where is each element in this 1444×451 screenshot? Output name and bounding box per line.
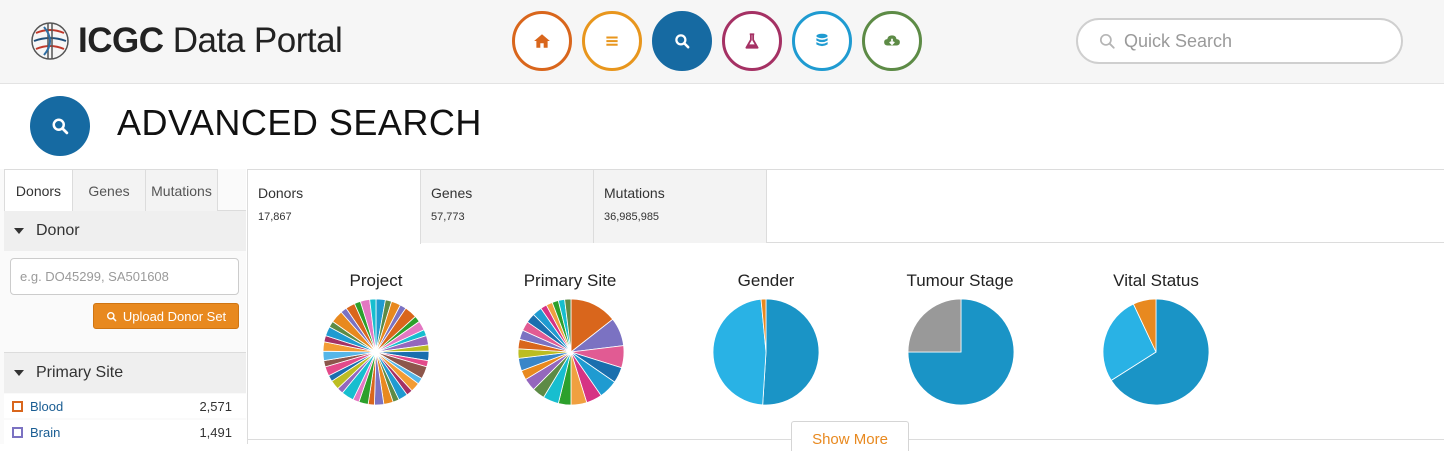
pie-slice[interactable]	[712, 298, 767, 406]
flask-icon	[745, 33, 759, 49]
nav-repositories-button[interactable]	[792, 11, 852, 71]
search-icon	[52, 118, 69, 135]
pie-slice[interactable]	[907, 298, 962, 353]
tab-donors[interactable]: Donors 17,867	[248, 170, 421, 244]
donor-id-input[interactable]	[10, 258, 239, 295]
chart-title-project: Project	[349, 271, 403, 290]
pie-slice[interactable]	[762, 298, 820, 406]
chart-title-gender: Gender	[737, 271, 795, 290]
nav-projects-button[interactable]	[582, 11, 642, 71]
primary-site-pie-chart[interactable]	[517, 298, 625, 406]
icgc-logo[interactable]: ICGC Data Portal	[30, 18, 343, 64]
search-icon	[1099, 33, 1115, 49]
quick-search-input[interactable]	[1124, 30, 1384, 52]
results-panel: Donors 17,867 Genes 57,773 Mutations 36,…	[247, 169, 1444, 451]
top-navbar: ICGC Data Portal	[0, 0, 1444, 84]
caret-down-icon	[14, 228, 24, 234]
primary-site-label: Brain	[30, 424, 61, 440]
tab-count: 57,773	[431, 211, 465, 223]
sidebar-tabs: Donors Genes Mutations	[4, 169, 246, 212]
search-icon	[675, 34, 690, 49]
tab-mutations[interactable]: Mutations 36,985,985	[594, 170, 767, 243]
dna-globe-icon	[31, 22, 69, 60]
donor-facet-header[interactable]: Donor	[4, 211, 246, 251]
sidebar-tab-donors[interactable]: Donors	[4, 169, 73, 212]
search-icon	[106, 311, 117, 321]
tab-count: 17,867	[258, 211, 292, 223]
tab-label: Donors	[258, 185, 304, 201]
primary-site-label: Blood	[30, 398, 64, 414]
tab-label: Genes	[431, 185, 473, 201]
logo-bold-text: ICGC	[78, 21, 164, 60]
upload-donor-set-button[interactable]: Upload Donor Set	[93, 303, 239, 329]
nav-advanced-search-button[interactable]	[652, 11, 712, 71]
primary-site-facet-header[interactable]: Primary Site	[4, 353, 246, 393]
checkbox[interactable]	[12, 400, 23, 412]
quick-search-box[interactable]	[1076, 18, 1403, 64]
upload-donor-set-label: Upload Donor Set	[122, 308, 227, 324]
tab-genes[interactable]: Genes 57,773	[421, 170, 594, 243]
nav-home-button[interactable]	[512, 11, 572, 71]
checkbox[interactable]	[12, 426, 23, 438]
vital-status-pie-chart[interactable]	[1102, 298, 1210, 406]
tumour-stage-pie-chart[interactable]	[907, 298, 1015, 406]
home-icon	[534, 34, 550, 48]
facet-sidebar: Donors Genes Mutations Donor Upload Dono…	[0, 169, 246, 444]
nav-data-releases-button[interactable]	[862, 11, 922, 71]
list-icon	[606, 36, 618, 46]
result-tabs: Donors 17,867 Genes 57,773 Mutations 36,…	[248, 170, 1444, 244]
chart-title-primary-site: Primary Site	[523, 271, 617, 290]
nav-analysis-button[interactable]	[722, 11, 782, 71]
page-title: ADVANCED SEARCH	[117, 102, 482, 143]
tab-label: Mutations	[604, 185, 665, 201]
sidebar-tab-mutations[interactable]: Mutations	[145, 169, 218, 211]
cloud-download-icon	[884, 35, 900, 46]
primary-site-facet-title: Primary Site	[36, 364, 124, 381]
show-more-button[interactable]: Show More	[791, 421, 909, 451]
caret-down-icon	[14, 370, 24, 376]
logo-rest-text: Data Portal	[172, 21, 343, 60]
tab-count: 36,985,985	[604, 211, 660, 223]
primary-site-item-blood[interactable]: Blood 2,571	[4, 394, 246, 418]
database-icon	[816, 33, 828, 47]
primary-site-count: 2,571	[199, 398, 232, 414]
chart-title-vital-status: Vital Status	[1113, 271, 1199, 290]
project-pie-chart[interactable]	[322, 298, 430, 406]
primary-site-count: 1,491	[199, 424, 232, 440]
gender-pie-chart[interactable]	[712, 298, 820, 406]
donor-facet-title: Donor	[36, 222, 80, 239]
primary-site-item-brain[interactable]: Brain 1,491	[4, 420, 246, 444]
advanced-search-page-icon	[30, 96, 90, 156]
chart-title-tumour-stage: Tumour Stage	[906, 271, 1014, 290]
sidebar-tab-genes[interactable]: Genes	[72, 169, 146, 211]
